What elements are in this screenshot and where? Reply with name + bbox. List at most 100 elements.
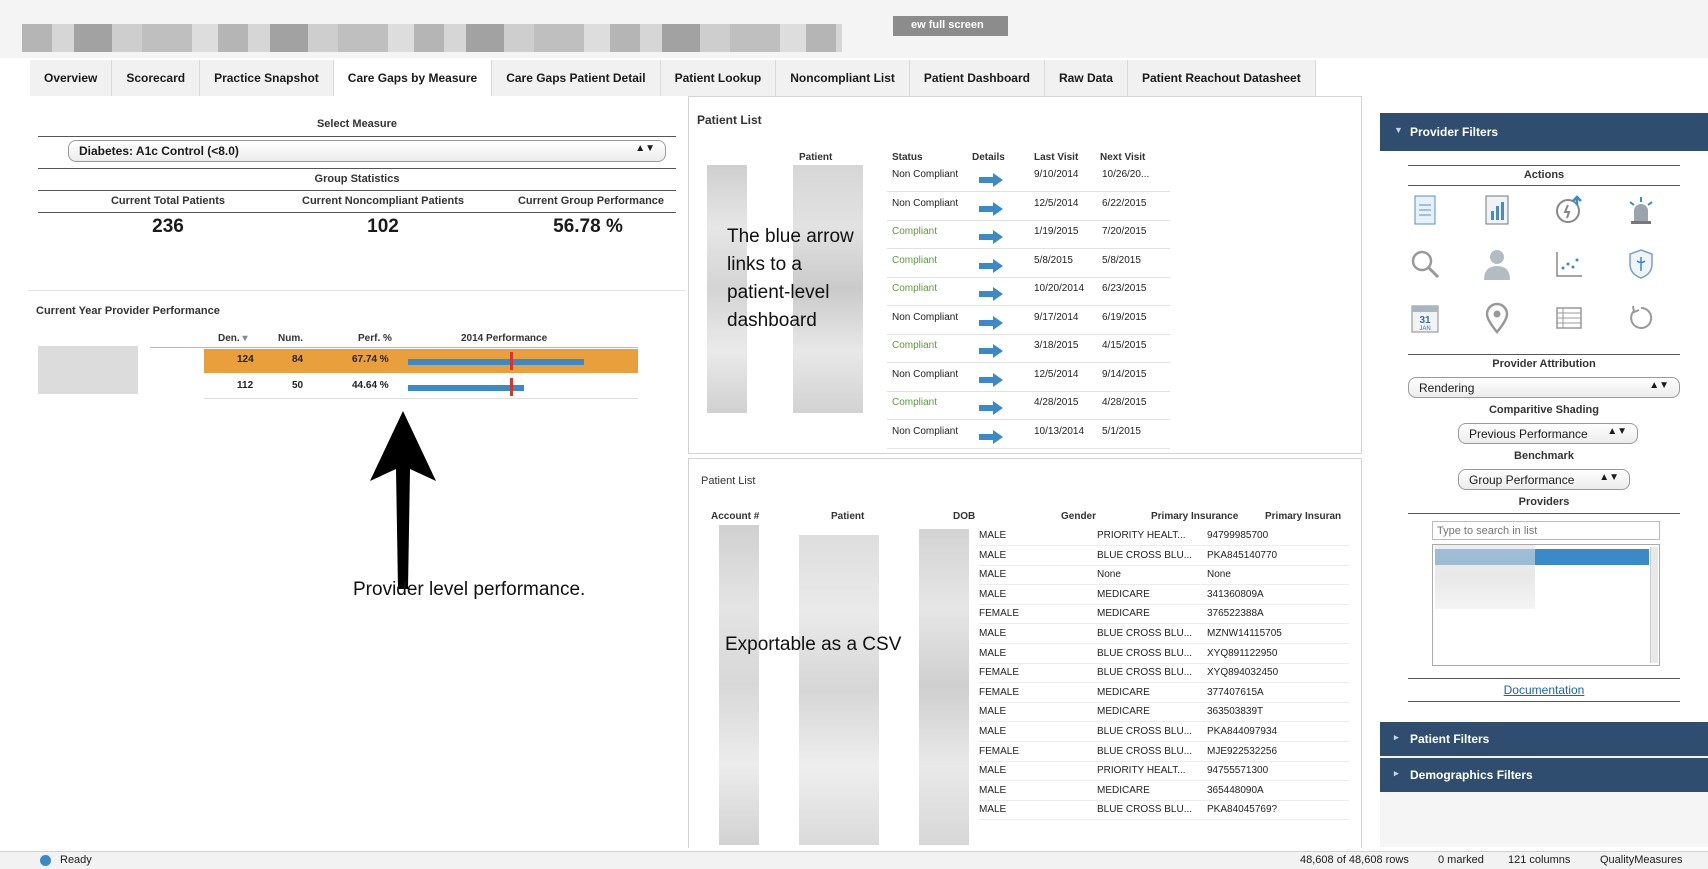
details-arrow-icon[interactable] [979,429,1003,444]
col-header-2014-performance[interactable]: 2014 Performance [461,333,547,344]
tab-care-gaps-patient-detail[interactable]: Care Gaps Patient Detail [492,60,661,96]
patient-row[interactable]: Compliant 4/28/2015 4/28/2015 [887,393,1170,420]
benchmark-select[interactable]: Group Performance ▲▼ [1458,469,1630,490]
patient-row[interactable]: MALE BLUE CROSS BLU... PKA84045769? [979,801,1349,821]
patient-row[interactable]: FEMALE MEDICARE 376522388A [979,605,1349,625]
document-icon[interactable] [1408,193,1442,227]
patient-row[interactable]: MALE PRIORITY HEALT... 94799985700 [979,527,1349,546]
patient-list-panel-bottom: Patient List Account # Patient DOB Gende… [688,458,1362,848]
patient-row[interactable]: MALE BLUE CROSS BLU... MZNW14115705 [979,625,1349,644]
tab-patient-dashboard[interactable]: Patient Dashboard [909,60,1045,96]
alarm-icon[interactable] [1624,193,1658,227]
patient-row[interactable]: Non Compliant 9/17/2014 6/19/2015 [887,308,1170,335]
comparative-shading-value: Previous Performance [1469,427,1588,441]
comparative-shading-select[interactable]: Previous Performance ▲▼ [1458,423,1638,444]
table-icon[interactable] [1552,301,1586,335]
tab-noncompliant-list[interactable]: Noncompliant List [776,60,910,96]
provider-row[interactable]: 112 50 44.64 % [204,375,638,399]
list-scrollbar[interactable] [1650,547,1658,663]
details-arrow-icon[interactable] [979,344,1003,358]
patient-row[interactable]: MALE BLUE CROSS BLU... XYQ891122950 [979,645,1349,664]
patient-row[interactable]: MALE None None [979,566,1349,586]
person-icon[interactable] [1480,247,1514,281]
col-header-account[interactable]: Account # [711,511,759,522]
patient-row[interactable]: MALE MEDICARE 341360809A [979,586,1349,605]
col-header-primary-insurance[interactable]: Primary Insurance [1151,511,1238,522]
patient-row[interactable]: Compliant 1/19/2015 7/20/2015 [887,222,1170,249]
col-header-primary-insurance-id[interactable]: Primary Insuran [1265,511,1341,522]
patient-row[interactable]: MALE BLUE CROSS BLU... PKA845140770 [979,547,1349,566]
next-visit-cell: 10/26/20... [1102,169,1150,180]
details-arrow-icon[interactable] [979,401,1003,415]
col-header-den[interactable]: Den. ▾ [218,333,247,344]
calendar-icon[interactable]: 31JAN [1408,301,1442,335]
tab-scorecard[interactable]: Scorecard [112,60,201,96]
col-header-last-visit[interactable]: Last Visit [1034,152,1078,163]
provider-filters-header[interactable]: ▼ Provider Filters [1380,113,1708,151]
col-header-num[interactable]: Num. [278,333,303,344]
insurance-id-cell: 94755571300 [1207,765,1269,777]
annotation-line: links to a [727,254,802,275]
view-full-screen-button[interactable]: ew full screen [893,16,1008,36]
insurance-cell: MEDICARE [1097,784,1150,796]
provider-row[interactable]: 124 84 67.74 % [204,349,638,373]
providers-list[interactable] [1432,544,1660,666]
patient-row[interactable]: FEMALE MEDICARE 377407615A [979,684,1349,703]
col-header-patient[interactable]: Patient [799,152,832,163]
patient-row[interactable]: MALE MEDICARE 363503839T [979,703,1349,723]
patient-row[interactable]: Compliant 3/18/2015 4/15/2015 [887,336,1170,363]
scatter-chart-icon[interactable] [1552,247,1586,281]
details-arrow-icon[interactable] [979,230,1003,244]
col-header-gender[interactable]: Gender [1061,511,1096,522]
divider [38,190,676,191]
gender-cell: FEMALE [979,745,1020,757]
tab-care-gaps-by-measure[interactable]: Care Gaps by Measure [333,60,493,96]
demographics-filters-header[interactable]: ▸ Demographics Filters [1380,758,1708,792]
col-header-status[interactable]: Status [892,152,923,163]
details-arrow-icon[interactable] [979,173,1003,187]
patient-row[interactable]: Non Compliant 10/13/2014 5/1/2015 [887,422,1170,449]
tab-raw-data[interactable]: Raw Data [1044,60,1128,96]
measure-select[interactable]: Diabetes: A1c Control (<8.0) ▲▼ [68,140,666,162]
status-cell: Compliant [892,226,938,237]
reset-icon[interactable] [1624,301,1658,335]
documentation-link[interactable]: Documentation [1380,683,1708,697]
patient-row[interactable]: FEMALE BLUE CROSS BLU... XYQ894032450 [979,664,1349,684]
col-header-dob[interactable]: DOB [953,511,975,522]
patient-row[interactable]: MALE MEDICARE 365448090A [979,782,1349,801]
refresh-alert-icon[interactable] [1552,193,1586,227]
patient-filters-header[interactable]: ▸ Patient Filters [1380,722,1708,756]
tab-overview[interactable]: Overview [30,60,113,96]
next-visit-cell: 9/14/2015 [1102,368,1147,380]
details-arrow-icon[interactable] [979,258,1003,273]
tab-practice-snapshot[interactable]: Practice Snapshot [200,60,334,96]
insurance-cell: BLUE CROSS BLU... [1097,804,1193,816]
patient-row[interactable]: Compliant 10/20/2014 6/23/2015 [887,279,1170,306]
shield-icon[interactable] [1624,247,1658,281]
col-header-next-visit[interactable]: Next Visit [1100,152,1145,163]
patient-list-title: Patient List [701,475,756,487]
tab-patient-lookup[interactable]: Patient Lookup [660,60,777,96]
patient-row[interactable]: MALE BLUE CROSS BLU... PKA844097934 [979,723,1349,742]
details-arrow-icon[interactable] [979,372,1003,387]
patient-row[interactable]: FEMALE BLUE CROSS BLU... MJE922532256 [979,743,1349,762]
insurance-cell: BLUE CROSS BLU... [1097,628,1193,639]
providers-search-input[interactable] [1432,521,1660,540]
location-pin-icon[interactable] [1480,301,1514,335]
patient-row[interactable]: Compliant 5/8/2015 5/8/2015 [887,251,1170,278]
col-header-patient[interactable]: Patient [831,511,864,522]
report-icon[interactable] [1480,193,1514,227]
search-icon[interactable] [1408,247,1442,281]
col-header-details[interactable]: Details [972,152,1005,163]
status-columns: 121 columns [1508,854,1571,866]
details-arrow-icon[interactable] [979,287,1003,301]
patient-row[interactable]: Non Compliant 9/10/2014 10/26/20... [887,165,1170,192]
details-arrow-icon[interactable] [979,315,1003,330]
patient-row[interactable]: Non Compliant 12/5/2014 9/14/2015 [887,365,1170,392]
patient-row[interactable]: Non Compliant 12/5/2014 6/22/2015 [887,194,1170,221]
col-header-perf[interactable]: Perf. % [358,333,392,344]
provider-attribution-select[interactable]: Rendering ▲▼ [1408,377,1680,398]
patient-row[interactable]: MALE PRIORITY HEALT... 94755571300 [979,762,1349,782]
tab-patient-reachout-datasheet[interactable]: Patient Reachout Datasheet [1127,60,1316,96]
details-arrow-icon[interactable] [979,201,1003,216]
